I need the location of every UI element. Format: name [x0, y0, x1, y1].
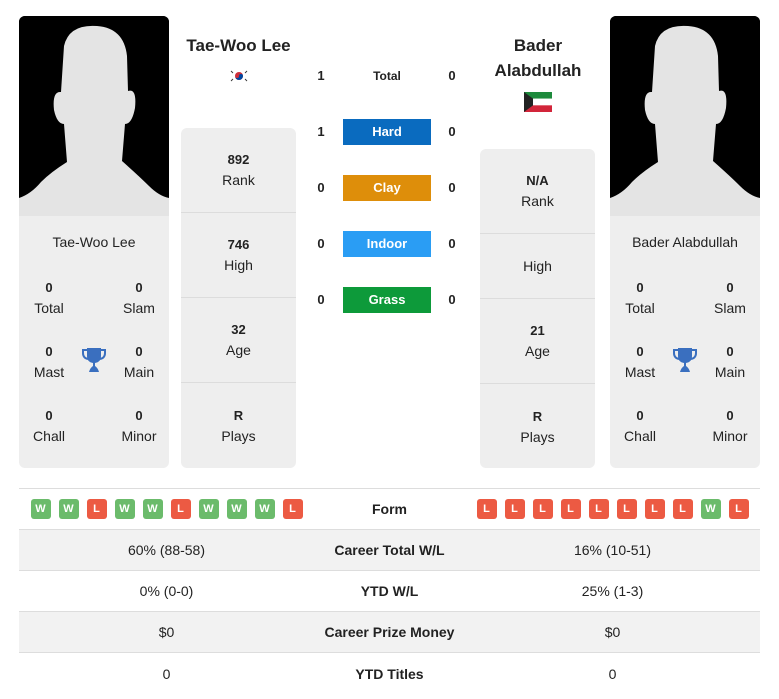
h2h-row-clay: 0 Clay 0: [300, 175, 480, 201]
player1-form-badge-loss[interactable]: L: [86, 499, 107, 519]
player1-minor-titles: 0 Minor: [121, 408, 157, 444]
player2-name-title[interactable]: Bader Alabdullah: [470, 33, 606, 83]
row-label: Form: [372, 501, 407, 517]
player2-slam-titles: 0 Slam: [714, 280, 746, 316]
comparison-table: WWLWWLWWWL Form LLLLLLLLWL 60% (88-58) C…: [19, 488, 760, 694]
trophy-icon: [82, 348, 106, 372]
player2-stats-box: N/A Rank High 21 Age R Plays: [480, 149, 595, 468]
player2-value: 25% (1-3): [581, 583, 644, 599]
player1-main-titles: 0 Main: [123, 344, 155, 380]
surface-indoor-badge[interactable]: Indoor: [343, 231, 431, 257]
player1-form-badge-win[interactable]: W: [58, 499, 79, 519]
player2-form: LLLLLLLLWL: [465, 499, 760, 519]
row-label: YTD W/L: [360, 583, 419, 599]
player1-form-badge-loss[interactable]: L: [170, 499, 191, 519]
player1-form: WWLWWLWWWL: [19, 499, 314, 519]
player1-name-title[interactable]: Tae-Woo Lee: [175, 33, 302, 58]
surface-hard-badge[interactable]: Hard: [343, 119, 431, 145]
player1-value: 60% (88-58): [127, 542, 206, 558]
avatar-silhouette-icon: [610, 16, 760, 216]
h2h-row-total: 1 Total 0: [300, 63, 480, 89]
player2-chall-titles: 0 Chall: [624, 408, 656, 444]
player2-mast-titles: 0 Mast: [624, 344, 656, 380]
table-row-form: WWLWWLWWWL Form LLLLLLLLWL: [19, 489, 760, 530]
h2h-p2-grass: 0: [448, 292, 456, 307]
player2-photo: [610, 16, 760, 216]
h2h-p1-clay: 0: [317, 180, 325, 195]
player2-form-badge-loss[interactable]: L: [476, 499, 497, 519]
player2-age: 21 Age: [480, 299, 595, 384]
player1-form-badge-win[interactable]: W: [198, 499, 219, 519]
h2h-p2-indoor: 0: [448, 236, 456, 251]
player2-form-badge-loss[interactable]: L: [672, 499, 693, 519]
player2-value: 0: [608, 665, 617, 682]
h2h-p2-hard: 0: [448, 124, 456, 139]
player2-titles-card: Bader Alabdullah 0 Total 0 Slam 0 Mast 0 Mai…: [610, 216, 760, 468]
table-row: $0 Career Prize Money $0: [19, 612, 760, 653]
kuwait-flag-icon: [524, 92, 552, 112]
h2h-row-grass: 0 Grass 0: [300, 287, 480, 313]
player2-form-badge-loss[interactable]: L: [504, 499, 525, 519]
player2-plays: R Plays: [520, 408, 555, 445]
table-row: 0 YTD Titles 0: [19, 653, 760, 694]
h2h-p1-total: 1: [317, 68, 325, 83]
surface-clay-badge[interactable]: Clay: [343, 175, 431, 201]
h2h-p1-hard: 1: [317, 124, 325, 139]
player2-form-badge-loss[interactable]: L: [616, 499, 637, 519]
player1-value: 0: [162, 665, 171, 682]
player1-name-small: Tae-Woo Lee: [52, 234, 136, 250]
h2h-row-hard: 1 Hard 0: [300, 119, 480, 145]
player2-minor-titles: 0 Minor: [712, 408, 748, 444]
player1-titles-card: Tae-Woo Lee 0 Total 0 Slam 0 Mast 0 Main 0 Ch…: [19, 216, 169, 468]
player2-form-badge-loss[interactable]: L: [644, 499, 665, 519]
player1-value: $0: [158, 624, 175, 640]
avatar-silhouette-icon: [19, 16, 169, 216]
player1-photo: [19, 16, 169, 216]
player2-main-titles: 0 Main: [714, 344, 746, 380]
player1-form-badge-win[interactable]: W: [226, 499, 247, 519]
player2-name-small: Bader Alabdullah: [632, 234, 738, 250]
trophy-icon: [673, 348, 697, 372]
table-row: 0% (0-0) YTD W/L 25% (1-3): [19, 571, 760, 612]
h2h-p2-clay: 0: [448, 180, 456, 195]
h2h-p1-indoor: 0: [317, 236, 325, 251]
south-korea-flag-icon: [228, 68, 250, 84]
player1-mast-titles: 0 Mast: [33, 344, 65, 380]
player1-form-badge-win[interactable]: W: [254, 499, 275, 519]
player2-value: $0: [604, 624, 621, 640]
player2-form-badge-loss[interactable]: L: [588, 499, 609, 519]
player1-chall-titles: 0 Chall: [33, 408, 65, 444]
player2-rank: N/A Rank: [480, 149, 595, 234]
row-label: YTD Titles: [355, 665, 424, 682]
player2-form-badge-loss[interactable]: L: [728, 499, 749, 519]
row-label: Career Total W/L: [334, 542, 445, 558]
h2h-p1-grass: 0: [317, 292, 325, 307]
player1-form-badge-loss[interactable]: L: [282, 499, 303, 519]
player1-stats-box: 892 Rank 746 High 32 Age R Plays: [181, 128, 296, 468]
player2-form-badge-loss[interactable]: L: [532, 499, 553, 519]
player2-form-badge-loss[interactable]: L: [560, 499, 581, 519]
player1-form-badge-win[interactable]: W: [114, 499, 135, 519]
player1-total-titles: 0 Total: [34, 280, 64, 316]
player2-high: High: [480, 234, 595, 299]
player2-value: 16% (10-51): [573, 542, 652, 558]
player1-rank: 892 Rank: [181, 128, 296, 213]
player1-plays: R Plays: [221, 407, 256, 444]
h2h-p2-total: 0: [448, 68, 456, 83]
player2-total-titles: 0 Total: [625, 280, 655, 316]
row-label: Career Prize Money: [324, 624, 455, 640]
h2h-row-indoor: 0 Indoor 0: [300, 231, 480, 257]
h2h-label-total: Total: [373, 69, 401, 83]
surface-grass-badge[interactable]: Grass: [343, 287, 431, 313]
player1-high: 746 High: [181, 213, 296, 298]
player1-age: 32 Age: [181, 298, 296, 383]
player2-form-badge-win[interactable]: W: [700, 499, 721, 519]
table-row: 60% (88-58) Career Total W/L 16% (10-51): [19, 530, 760, 571]
player1-form-badge-win[interactable]: W: [142, 499, 163, 519]
player1-form-badge-win[interactable]: W: [30, 499, 51, 519]
player1-slam-titles: 0 Slam: [123, 280, 155, 316]
player1-value: 0% (0-0): [139, 583, 194, 599]
